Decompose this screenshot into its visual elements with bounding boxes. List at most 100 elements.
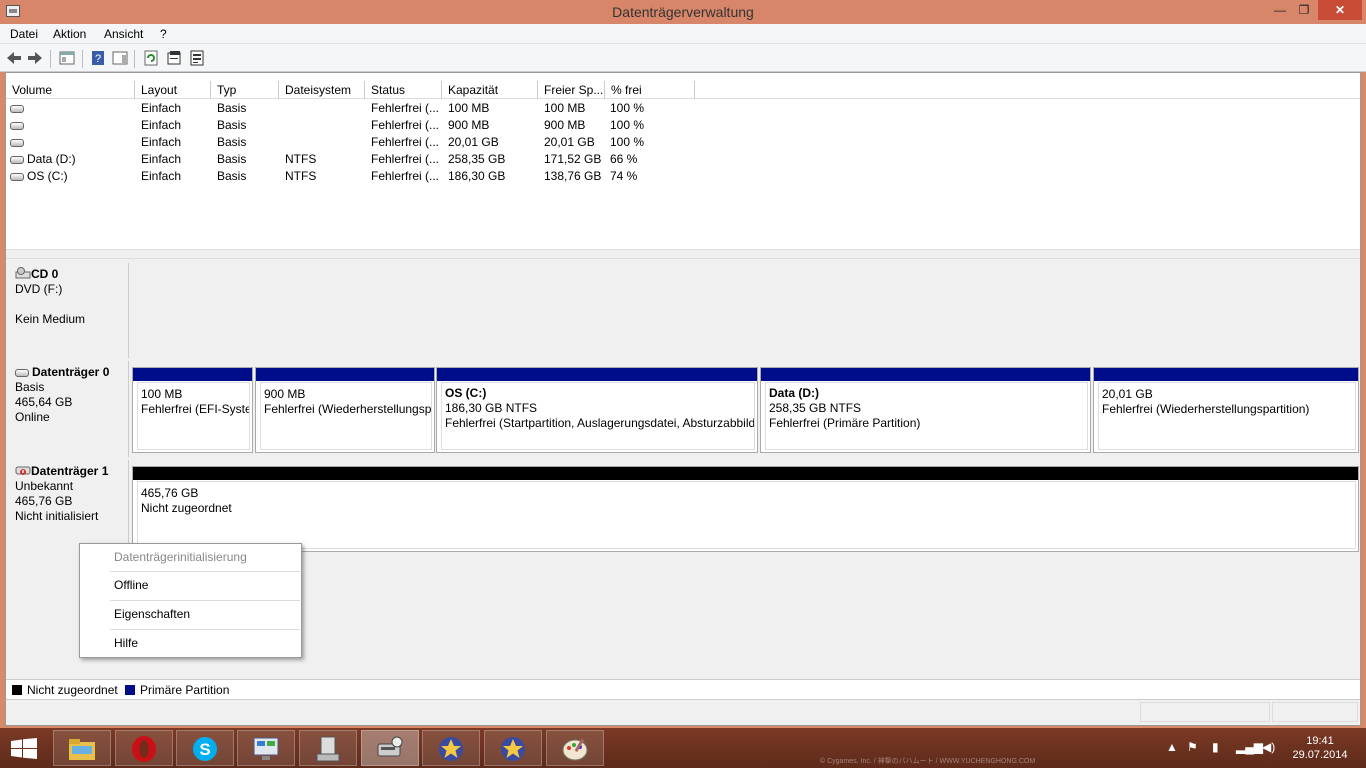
table-row[interactable]: Einfach Basis Fehlerfrei (... 20,01 GB 2… <box>6 134 1360 151</box>
hard-disk-icon <box>15 368 29 377</box>
table-row[interactable]: OS (C:) Einfach Basis NTFS Fehlerfrei (.… <box>6 168 1360 185</box>
file-explorer-icon <box>69 739 95 760</box>
column-header-freier-speicher[interactable]: Freier Sp... <box>538 81 605 99</box>
legend-swatch-unallocated <box>12 685 22 695</box>
tray-overflow-icon[interactable]: ▲ <box>1166 740 1178 754</box>
disk-name: Datenträger 1 <box>31 464 109 478</box>
column-header-kapazitaet[interactable]: Kapazität <box>442 81 538 99</box>
column-header-volume[interactable]: Volume <box>6 81 135 99</box>
clock-time: 19:41 <box>1306 735 1334 747</box>
taskbar-device-manager[interactable] <box>299 730 357 766</box>
column-header-typ[interactable]: Typ <box>211 81 279 99</box>
maximize-button[interactable]: ❐ <box>1290 0 1318 20</box>
game-star-icon <box>501 737 525 761</box>
legend-label-unallocated: Nicht zugeordnet <box>27 683 118 697</box>
toolbar: ? <box>0 44 1366 72</box>
paint-icon <box>562 738 588 761</box>
device-manager-icon <box>316 736 340 762</box>
disk-label-cd0[interactable]: CD 0 DVD (F:) Kein Medium <box>7 263 129 358</box>
volume-list: Volume Layout Typ Dateisystem Status Kap… <box>6 81 1360 249</box>
menu-bar: Datei Aktion Ansicht ? <box>0 24 1366 44</box>
disk-status: Online <box>15 410 50 424</box>
disk-type: DVD (F:) <box>15 282 63 296</box>
close-button[interactable]: ✕ <box>1318 0 1362 20</box>
table-row[interactable]: Einfach Basis Fehlerfrei (... 100 MB 100… <box>6 100 1360 117</box>
taskbar-control-panel[interactable] <box>237 730 295 766</box>
cd-drive-icon <box>15 267 31 279</box>
drive-icon <box>10 121 24 130</box>
legend-swatch-primary <box>125 685 135 695</box>
pane-splitter[interactable] <box>6 249 1360 259</box>
drive-icon <box>10 138 24 147</box>
refresh-icon[interactable] <box>142 49 160 67</box>
forward-arrow-icon[interactable] <box>26 49 44 67</box>
partition-color-bar <box>133 467 1358 480</box>
drive-icon <box>10 155 24 164</box>
toolbar-separator <box>134 50 135 68</box>
legend-label-primary: Primäre Partition <box>140 683 230 697</box>
start-button[interactable] <box>10 738 38 760</box>
menu-item-help[interactable]: Hilfe <box>81 630 300 658</box>
table-row[interactable]: Einfach Basis Fehlerfrei (... 900 MB 900… <box>6 117 1360 134</box>
rescan-icon[interactable] <box>188 49 206 67</box>
battery-icon[interactable]: ▮ <box>1212 740 1219 754</box>
context-menu: Datenträgerinitialisierung Offline Eigen… <box>79 543 302 658</box>
disk-size: 465,76 GB <box>15 494 73 508</box>
clock-date: 29.07.2014 <box>1292 749 1348 761</box>
volume-list-header: Volume Layout Typ Dateisystem Status Kap… <box>6 81 1360 99</box>
column-header-status[interactable]: Status <box>365 81 442 99</box>
menu-help[interactable]: ? <box>160 27 167 41</box>
disk-management-icon <box>377 736 403 757</box>
partition-color-bar <box>437 368 757 381</box>
disk-name: Datenträger 0 <box>32 365 110 379</box>
volume-speaker-icon[interactable]: ◀) <box>1262 740 1275 754</box>
toolbar-separator <box>50 50 51 68</box>
partition-color-bar <box>133 368 252 381</box>
status-pane <box>1140 702 1270 722</box>
partition-data-d[interactable]: Data (D:) 258,35 GB NTFS Fehlerfrei (Primä… <box>760 367 1091 453</box>
menu-aktion[interactable]: Aktion <box>53 27 86 41</box>
action-center-flag-icon[interactable]: ⚑ <box>1187 740 1198 754</box>
game-star-icon <box>439 737 463 761</box>
disk-type: Basis <box>15 380 45 394</box>
column-header-dateisystem[interactable]: Dateisystem <box>279 81 365 99</box>
properties-icon[interactable] <box>165 49 183 67</box>
partition-efi[interactable]: 100 MBFehlerfrei (EFI-Systempartition) <box>132 367 253 453</box>
back-arrow-icon[interactable] <box>5 49 23 67</box>
menu-datei[interactable]: Datei <box>10 27 38 41</box>
disk-label-disk0[interactable]: Datenträger 0 Basis 465,64 GB Online <box>7 361 129 457</box>
taskbar-skype[interactable]: S <box>176 730 234 766</box>
status-pane <box>1272 702 1358 722</box>
taskbar-opera[interactable] <box>115 730 173 766</box>
partition-color-bar <box>256 368 434 381</box>
disk-strip-disk0: 100 MBFehlerfrei (EFI-Systempartition) 9… <box>130 361 1360 457</box>
menu-item-initialize-disk[interactable]: Datenträgerinitialisierung <box>81 544 300 572</box>
drive-icon <box>10 104 24 113</box>
menu-item-properties[interactable]: Eigenschaften <box>81 601 300 629</box>
disk-status: Kein Medium <box>15 312 86 326</box>
windows-logo-icon <box>11 738 37 759</box>
partition-os-c[interactable]: OS (C:) 186,30 GB NTFS Fehlerfrei (Startpa… <box>436 367 758 453</box>
taskbar-game-2[interactable] <box>484 730 542 766</box>
partition-unallocated[interactable]: 465,76 GB Nicht zugeordnet <box>132 466 1359 552</box>
column-header-prozent-frei[interactable]: % frei <box>605 81 695 99</box>
taskbar-file-explorer[interactable] <box>53 730 111 766</box>
help-icon[interactable]: ? <box>89 49 107 67</box>
action-pane-icon[interactable] <box>111 49 129 67</box>
disk-label-disk1[interactable]: Datenträger 1 Unbekannt 465,76 GB Nicht … <box>7 460 129 556</box>
console-tree-icon[interactable] <box>58 49 76 67</box>
table-row[interactable]: Data (D:) Einfach Basis NTFS Fehlerfrei … <box>6 151 1360 168</box>
disk-size: 465,64 GB <box>15 395 73 409</box>
system-clock[interactable]: 19:41 29.07.2014 <box>1290 734 1350 762</box>
disk-type: Unbekannt <box>15 479 74 493</box>
column-header-layout[interactable]: Layout <box>135 81 211 99</box>
taskbar-disk-management[interactable] <box>361 730 419 766</box>
network-signal-icon[interactable]: ▂▄▆ <box>1236 740 1263 754</box>
partition-recovery-2[interactable]: 20,01 GB Fehlerfrei (Wiederherstellungspa… <box>1093 367 1359 453</box>
menu-ansicht[interactable]: Ansicht <box>104 27 143 41</box>
taskbar-game-1[interactable] <box>422 730 480 766</box>
partition-recovery-1[interactable]: 900 MBFehlerfrei (Wiederherstellungspart… <box>255 367 435 453</box>
menu-item-offline[interactable]: Offline <box>81 572 300 600</box>
disk-status: Nicht initialisiert <box>15 509 99 523</box>
taskbar-paint[interactable] <box>546 730 604 766</box>
